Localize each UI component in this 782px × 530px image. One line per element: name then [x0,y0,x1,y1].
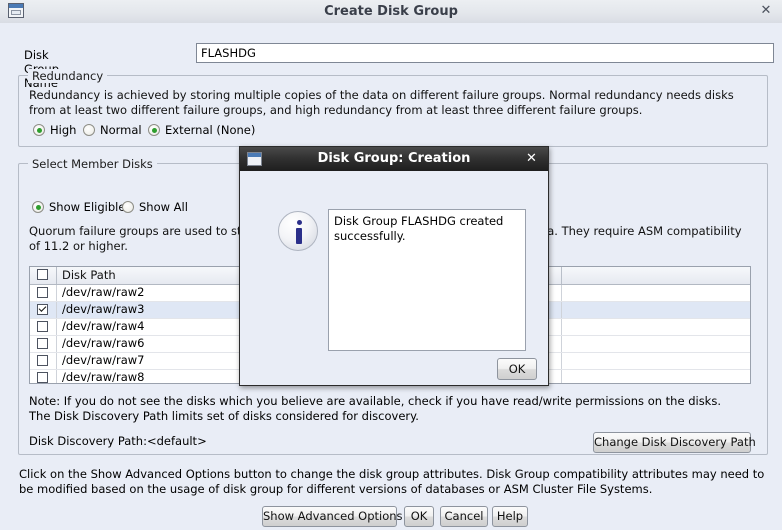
select-all-checkbox-icon[interactable] [37,269,48,280]
dialog-titlebar: Disk Group: Creation ✕ [240,147,548,171]
redundancy-legend: Redundancy [28,69,108,83]
window-titlebar: Create Disk Group ✕ [0,0,782,24]
row-checkbox-icon[interactable] [37,355,48,366]
dialog-ok-button[interactable]: OK [497,358,537,380]
window-title: Create Disk Group [324,4,458,19]
disk-discovery-note-line1: Note: If you do not see the disks which … [29,394,721,408]
radio-show-all[interactable]: Show All [122,200,188,214]
row-extra [562,285,750,301]
info-icon [278,211,318,251]
row-extra [562,319,750,335]
dialog-message: Disk Group FLASHDG created successfully. [328,209,526,351]
show-advanced-options-button[interactable]: Show Advanced Options [262,506,403,527]
row-extra [562,336,750,352]
disk-group-name-input[interactable] [196,43,774,63]
change-disk-discovery-path-button[interactable]: Change Disk Discovery Path [593,432,756,453]
row-checkbox-cell[interactable] [30,302,57,318]
radio-label: High [50,123,77,137]
radio-label: Show All [139,200,188,214]
row-extra [562,302,750,318]
row-checkbox-cell[interactable] [30,370,57,383]
row-checkbox-icon[interactable] [37,338,48,349]
disk-group-creation-dialog: Disk Group: Creation ✕ Disk Group FLASHD… [239,146,549,386]
row-checkbox-icon[interactable] [37,321,48,332]
row-checkbox-cell[interactable] [30,285,57,301]
ok-button[interactable]: OK [404,506,434,527]
table-header-extra [562,267,750,284]
radio-redundancy-normal[interactable]: Normal [83,123,142,137]
radio-dot-icon [32,201,44,213]
row-extra [562,370,750,383]
dialog-close-icon[interactable]: ✕ [524,151,539,166]
disk-discovery-note: Note: If you do not see the disks which … [29,394,721,424]
dialog-title: Disk Group: Creation [317,151,471,166]
row-checkbox-icon[interactable] [37,287,48,298]
select-member-disks-legend: Select Member Disks [28,157,157,171]
disk-discovery-note-line2: The Disk Discovery Path limits set of di… [29,409,419,423]
radio-dot-icon [33,124,45,136]
radio-redundancy-external[interactable]: External (None) [148,123,255,137]
row-checkbox-cell[interactable] [30,336,57,352]
close-icon[interactable]: ✕ [759,4,773,18]
row-checkbox-icon[interactable] [37,372,48,383]
row-checkbox-icon[interactable] [37,304,48,315]
radio-label: External (None) [165,123,256,137]
row-checkbox-cell[interactable] [30,319,57,335]
table-header-checkbox-cell[interactable] [30,267,57,284]
create-disk-group-window: Create Disk Group ✕ Disk Group Name Redu… [0,0,782,530]
row-extra [562,353,750,369]
redundancy-description: Redundancy is achieved by storing multip… [29,88,734,117]
disk-discovery-path-label: Disk Discovery Path:<default> [29,434,207,448]
help-button[interactable]: Help [492,506,528,527]
row-checkbox-cell[interactable] [30,353,57,369]
info-icon-dot [296,220,302,225]
radio-dot-icon [83,124,95,136]
advanced-options-hint: Click on the Show Advanced Options butto… [19,467,765,496]
radio-dot-icon [148,124,160,136]
info-icon-stem [296,228,302,244]
redundancy-group: Redundancy Redundancy is achieved by sto… [18,69,768,147]
radio-redundancy-high[interactable]: High [33,123,76,137]
radio-dot-icon [122,201,134,213]
radio-show-eligible[interactable]: Show Eligible [32,200,125,214]
radio-label: Show Eligible [49,200,126,214]
radio-label: Normal [100,123,142,137]
dialog-body: Disk Group FLASHDG created successfully.… [240,171,548,385]
cancel-button[interactable]: Cancel [440,506,488,527]
